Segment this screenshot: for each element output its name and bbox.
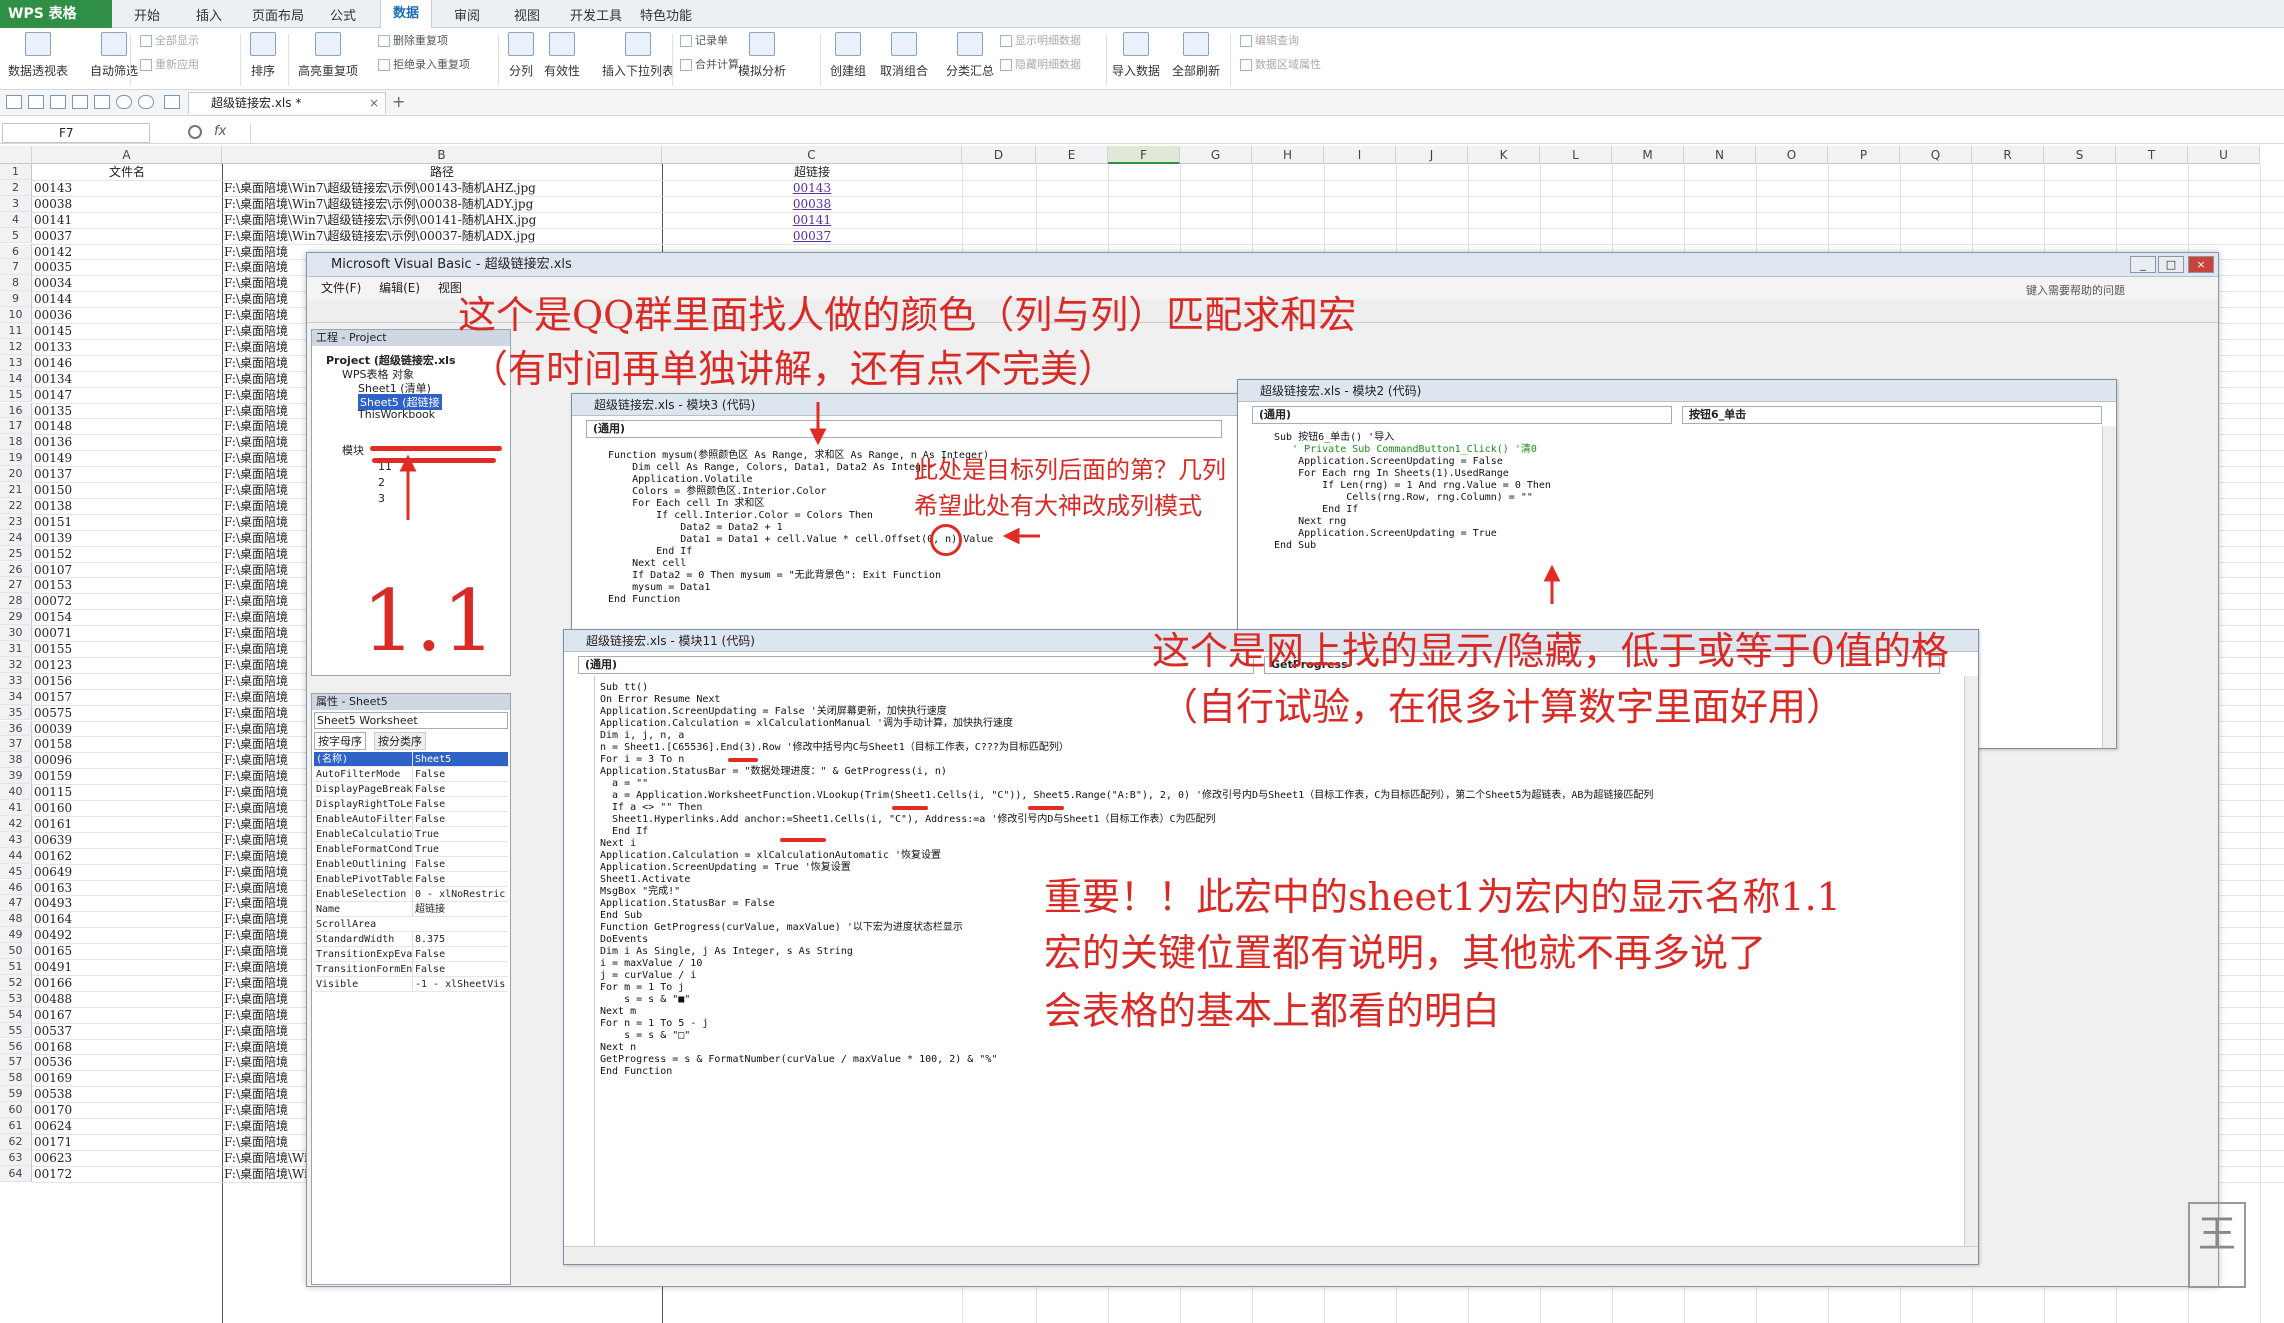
circle-offset-n: [930, 524, 962, 556]
screen: WPS 表格 开始 插入 页面布局 公式 数据 审阅 视图 开发工具 特色功能 数据透视表 自动筛…: [0, 0, 2284, 1323]
underline-code-sheet1-b: [892, 806, 928, 810]
underline-code-sheet1-a: [728, 758, 758, 762]
watermark-logo: 王: [2188, 1202, 2246, 1288]
annotation-arrows: [399, 402, 1561, 604]
underline-code-sheet5: [1028, 806, 1064, 810]
underline-code-sheet1-c: [780, 838, 826, 842]
underline-sheet5: [372, 458, 496, 463]
underline-sheet1: [370, 446, 502, 451]
